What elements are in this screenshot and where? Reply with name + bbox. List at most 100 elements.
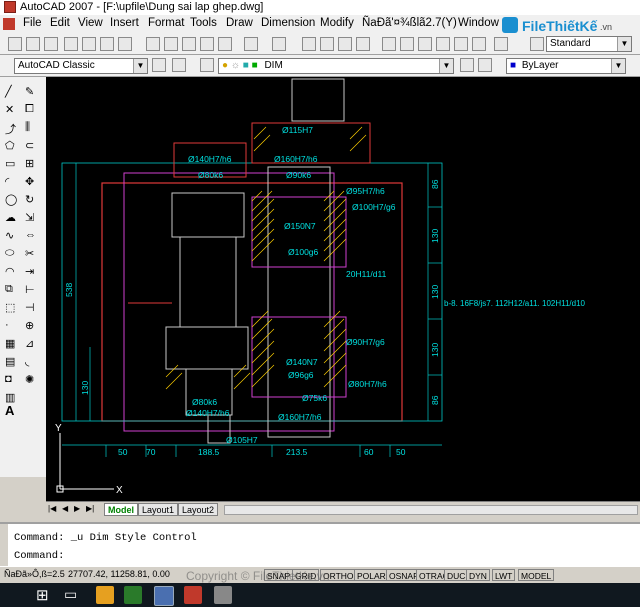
insert-block-icon[interactable]: ⧉ — [5, 283, 13, 296]
dyn-toggle[interactable]: DYN — [466, 569, 490, 581]
save-icon[interactable] — [44, 37, 58, 51]
next-tab-icon[interactable]: ▶ — [74, 504, 80, 513]
line-icon[interactable]: ╱ — [5, 85, 12, 98]
windows-start-icon[interactable]: ⊞ — [36, 586, 49, 604]
array-icon[interactable]: ⊞ — [25, 157, 34, 170]
move-icon[interactable]: ✥ — [25, 175, 34, 188]
circle-icon[interactable]: ◯ — [5, 193, 17, 206]
copy-icon[interactable] — [164, 37, 178, 51]
point-icon[interactable]: · — [5, 319, 9, 331]
rectangle-icon[interactable]: ▭ — [5, 157, 15, 170]
menu-dimension[interactable]: Dimension — [261, 17, 315, 29]
rotate-icon[interactable]: ↻ — [25, 193, 34, 206]
sheet-set-icon[interactable] — [436, 37, 450, 51]
zoom-realtime-icon[interactable] — [320, 37, 334, 51]
multiline-text-icon[interactable]: A — [5, 403, 14, 418]
plot-icon[interactable] — [64, 37, 78, 51]
join-icon[interactable]: ⊕ — [25, 319, 34, 332]
paste-icon[interactable] — [182, 37, 196, 51]
model-toggle[interactable]: MODEL — [518, 569, 555, 581]
scale-icon[interactable]: ⇲ — [25, 211, 34, 224]
match-properties-icon[interactable] — [200, 37, 214, 51]
arc-icon[interactable]: ◜ — [5, 175, 9, 188]
plot-preview-icon[interactable] — [82, 37, 96, 51]
make-layer-current-icon[interactable] — [460, 58, 474, 72]
fillet-icon[interactable]: ◟ — [25, 355, 29, 368]
explorer-icon[interactable]: ▭ — [64, 586, 77, 603]
pdf-icon[interactable] — [184, 586, 202, 604]
undo-icon[interactable] — [244, 37, 258, 51]
menu-modify[interactable]: Modify — [320, 17, 354, 29]
offset-icon[interactable]: ⊂ — [25, 139, 34, 152]
horizontal-scrollbar[interactable] — [224, 505, 638, 515]
first-tab-icon[interactable]: |◀ — [48, 504, 56, 513]
region-icon[interactable]: ◘ — [5, 373, 12, 385]
lwt-toggle[interactable]: LWT — [492, 569, 516, 581]
block-editor-icon[interactable] — [218, 37, 232, 51]
solitaire-icon[interactable] — [124, 586, 142, 604]
trim-icon[interactable]: ✂ — [25, 247, 34, 260]
folder-icon[interactable] — [96, 586, 114, 604]
layer-manager-icon[interactable] — [200, 58, 214, 72]
layer-previous-icon[interactable] — [478, 58, 492, 72]
menu-insert[interactable]: Insert — [110, 17, 139, 29]
pan-icon[interactable] — [302, 37, 316, 51]
tool-palettes-icon[interactable] — [418, 37, 432, 51]
design-center-icon[interactable] — [400, 37, 414, 51]
color-combo[interactable]: ■ ByLayer ▼ — [506, 58, 626, 74]
menu-draw[interactable]: Draw — [226, 17, 253, 29]
copy-object-icon[interactable]: ⧠ — [25, 103, 34, 116]
menu-file[interactable]: File — [23, 17, 42, 29]
menu-tools[interactable]: Tools — [190, 17, 217, 29]
stretch-icon[interactable]: ⇔ — [25, 229, 36, 241]
break-at-point-icon[interactable]: ⊢ — [25, 283, 35, 296]
gradient-icon[interactable]: ▤ — [5, 355, 15, 368]
zoom-previous-icon[interactable] — [356, 37, 370, 51]
chamfer-icon[interactable]: ⊿ — [25, 337, 34, 350]
ellipse-arc-icon[interactable]: ◠ — [5, 265, 15, 278]
quickcalc-icon[interactable] — [472, 37, 486, 51]
text-style-icon[interactable] — [530, 37, 544, 51]
hatch-icon[interactable]: ▦ — [5, 337, 15, 350]
menu-edit[interactable]: Edit — [50, 17, 70, 29]
extend-icon[interactable]: ⇥ — [25, 265, 34, 278]
help-icon[interactable] — [494, 37, 508, 51]
publish-icon[interactable] — [100, 37, 114, 51]
construction-line-icon[interactable]: ✕ — [5, 103, 14, 116]
zoom-window-icon[interactable] — [338, 37, 352, 51]
command-prompt[interactable]: Command: — [14, 550, 64, 562]
workspace-save-icon[interactable] — [172, 58, 186, 72]
properties-icon[interactable] — [382, 37, 396, 51]
polar-toggle[interactable]: POLAR — [354, 569, 389, 581]
layer-combo[interactable]: ● ☼ ■ ■ DIM ▼ — [218, 58, 454, 74]
last-tab-icon[interactable]: ▶| — [86, 504, 94, 513]
mirror-icon[interactable]: ⫼ — [25, 121, 30, 134]
break-icon[interactable]: ⊣ — [25, 301, 35, 314]
menu-format[interactable]: Format — [148, 17, 184, 29]
cut-icon[interactable] — [146, 37, 160, 51]
text-style-combo[interactable]: Standard ▼ — [546, 36, 632, 52]
open-icon[interactable] — [26, 37, 40, 51]
document-icon[interactable] — [3, 18, 15, 30]
app-icon[interactable] — [214, 586, 232, 604]
cursor-coordinates[interactable]: 27707.42, 11258.81, 0.00 — [68, 569, 170, 579]
autocad-taskbar-icon[interactable] — [154, 586, 174, 606]
make-block-icon[interactable]: ⬚ — [5, 301, 15, 314]
explode-icon[interactable]: ✺ — [25, 373, 34, 386]
tab-layout2[interactable]: Layout2 — [178, 503, 219, 516]
markup-icon[interactable] — [454, 37, 468, 51]
tab-layout1[interactable]: Layout1 — [138, 503, 179, 516]
3d-dwf-icon[interactable] — [118, 37, 132, 51]
command-window-grip[interactable] — [0, 524, 8, 568]
drawing-canvas[interactable]: Y X Ø115H7 Ø140H7/h6 Ø160H7/h6 Ø90k6 Ø80… — [46, 77, 640, 501]
revision-cloud-icon[interactable]: ☁ — [5, 211, 16, 224]
polyline-icon[interactable]: ⤴ — [5, 121, 16, 137]
erase-icon[interactable]: ✎ — [25, 85, 34, 98]
menu-parametric[interactable]: ÑaÐã'¤¾ßlã2.7(Y) — [362, 17, 457, 29]
redo-icon[interactable] — [272, 37, 286, 51]
menu-view[interactable]: View — [78, 17, 103, 29]
spline-icon[interactable]: ∿ — [5, 229, 14, 242]
qnew-icon[interactable] — [8, 37, 22, 51]
workspace-settings-icon[interactable] — [152, 58, 166, 72]
workspace-combo[interactable]: AutoCAD Classic ▼ — [14, 58, 148, 74]
